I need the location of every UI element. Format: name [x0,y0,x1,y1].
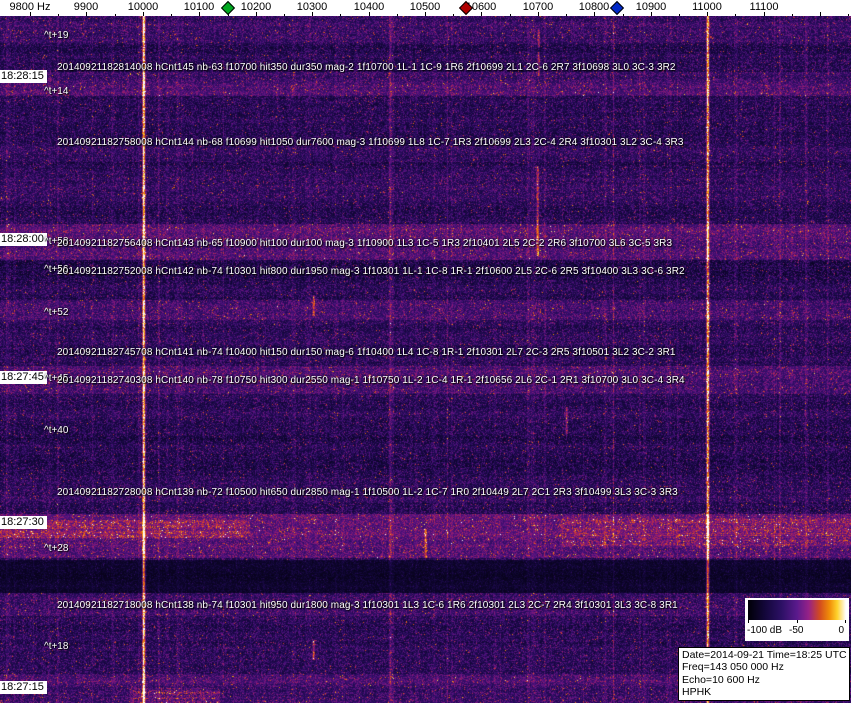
db-gradient-bar [748,600,846,620]
freq-tick-mark [820,12,821,16]
db-tick-icon [748,620,749,623]
freq-tick-mark [679,14,680,16]
meteor-echo-spectrogram-app: 18:28:15 18:28:00 18:27:45 18:27:30 18:27:15… [0,0,851,703]
info-text-line: Echo=10 600 Hz [682,673,760,686]
db-scale-label: -50 [789,625,804,636]
status-info-box: Date=2014-09-21 Time=18:25 UTC Freq=143 0… [678,647,850,701]
freq-tick-label: 10000 [127,1,159,13]
freq-tick-label: 10500 [409,1,441,13]
freq-tick-label: 10900 [635,1,667,13]
freq-tick-mark [340,14,341,16]
freq-tick-label: 10700 [522,1,554,13]
freq-tick-label: 10200 [240,1,272,13]
freq-tick-mark [453,14,454,16]
freq-tick-mark [848,14,849,16]
freq-tick-label: 9900 [73,1,99,13]
freq-tick-mark [58,14,59,16]
freq-tick-mark [171,14,172,16]
db-scale-label: 0 [838,625,844,636]
freq-tick-mark [397,14,398,16]
frequency-axis: 9800 Hz 9900 10000 10100 10200 10300 10400 1050… [0,0,851,16]
freq-tick-label: 11100 [749,1,779,13]
freq-tick-mark [284,14,285,16]
db-tick-icon [797,620,798,623]
spectrogram-waterfall-canvas [0,16,851,703]
freq-tick-label: 10100 [183,1,215,13]
freq-tick-label: 9800 Hz [9,1,51,13]
freq-tick-mark [566,14,567,16]
freq-tick-mark [510,14,511,16]
freq-tick-mark [115,14,116,16]
db-tick-icon [845,620,846,623]
db-scale-labels: -100 dB -50 0 [745,625,849,639]
freq-tick-mark [623,14,624,16]
info-text-line: Date=2014-09-21 Time=18:25 UTC [682,649,847,661]
blue-diamond-marker-icon[interactable] [609,0,625,16]
db-scale-label: -100 dB [747,625,783,636]
freq-tick-label: 10300 [296,1,328,13]
db-color-scale: -100 dB -50 0 [745,598,849,641]
info-text-line: Freq=143 050 000 Hz [682,661,784,674]
freq-tick-label: 10400 [353,1,385,13]
freq-tick-label: 10800 [578,1,610,13]
green-diamond-marker-icon[interactable] [220,0,236,16]
freq-tick-mark [735,14,736,16]
freq-tick-mark [792,14,793,16]
info-text-line: HPHK [682,686,712,699]
freq-tick-label: 11000 [692,1,722,13]
